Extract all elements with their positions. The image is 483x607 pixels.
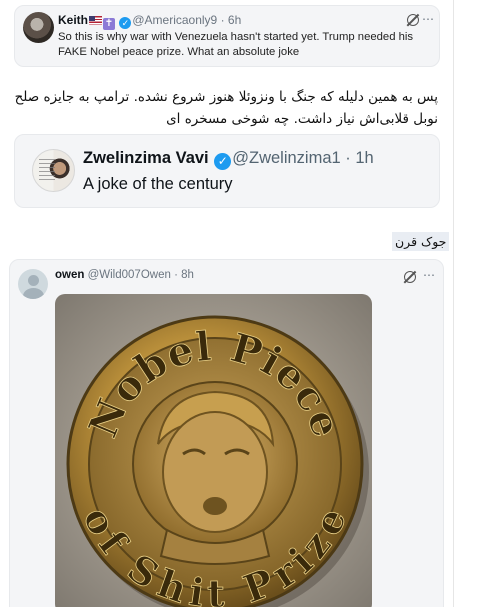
us-flag-icon [89, 16, 102, 25]
post-time[interactable]: · 1h [345, 149, 373, 167]
author-handle[interactable]: @Wild007Owen [88, 269, 171, 281]
verified-badge-icon: ✓ [214, 153, 232, 170]
more-options-icon[interactable]: ⋯ [422, 12, 434, 26]
author-handle[interactable]: @Zwelinzima1 [232, 149, 340, 167]
tweet-text: A joke of the century [83, 175, 233, 193]
medal-portrait-mouth [203, 497, 227, 515]
more-options-icon[interactable]: ⋯ [423, 268, 435, 282]
tweet-header: Zwelinzima Vavi ✓ @Zwelinzima1 · 1h [83, 149, 374, 170]
post-time[interactable]: · 6h [221, 13, 242, 27]
persian-comment: پس به همین دلیله که جنگ با ونزوئلا هنوز … [14, 89, 438, 127]
tweet-header: owen @Wild007Owen · 8h [55, 269, 194, 281]
author-name[interactable]: Zwelinzima Vavi [83, 149, 209, 167]
embedded-tweet-card[interactable]: owen @Wild007Owen · 8h ⋯ Nobel Piece of … [9, 259, 444, 607]
feed-frame: Keith ✝ ✓ @Americaonly9 · 6h ⋯ So this is … [0, 0, 454, 607]
cross-icon: ✝ [103, 18, 115, 30]
grok-icon[interactable] [404, 271, 416, 283]
avatar[interactable] [32, 149, 75, 192]
avatar[interactable] [23, 12, 54, 43]
verified-badge-icon: ✓ [119, 17, 132, 29]
author-handle[interactable]: @Americaonly9 [132, 13, 217, 27]
medal-image[interactable]: Nobel Piece of Shit Prize [55, 294, 372, 607]
post-time[interactable]: · 8h [174, 269, 194, 281]
quoted-tweet-card[interactable]: Zwelinzima Vavi ✓ @Zwelinzima1 · 1h A jok… [14, 134, 440, 208]
embedded-tweet-card[interactable]: Keith ✝ ✓ @Americaonly9 · 6h ⋯ So this is … [14, 5, 440, 67]
tweet-text: So this is why war with Venezuela hasn't… [58, 31, 414, 58]
tweet-header: Keith ✝ ✓ @Americaonly9 · 6h [58, 13, 241, 30]
grok-icon[interactable] [407, 14, 419, 26]
persian-reply: جوک قرن [392, 232, 450, 251]
author-name[interactable]: Keith [58, 13, 88, 27]
author-name[interactable]: owen [55, 269, 84, 281]
default-avatar-icon[interactable] [18, 269, 48, 299]
